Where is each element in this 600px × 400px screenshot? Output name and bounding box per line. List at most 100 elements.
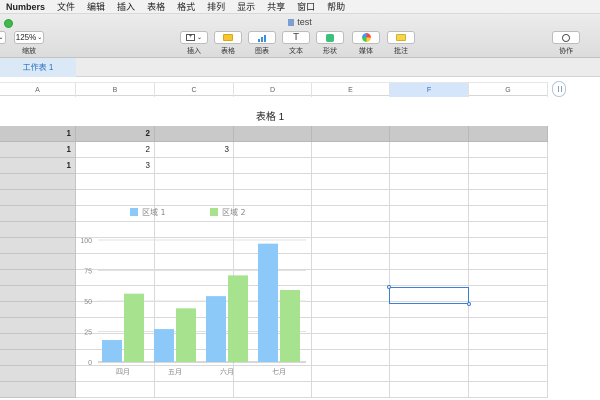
table-cell-g3[interactable]	[469, 158, 548, 174]
table-cell-g6[interactable]	[469, 206, 548, 222]
table-cell-a15[interactable]	[0, 350, 76, 366]
table-cell-g11[interactable]	[469, 286, 548, 302]
selected-cell[interactable]	[387, 285, 471, 306]
chart-button[interactable]	[248, 31, 276, 44]
table-cell-a17[interactable]	[0, 382, 76, 398]
table-cell-g5[interactable]	[469, 190, 548, 206]
selection-handle-top-left[interactable]	[387, 285, 391, 289]
table-cell-f3[interactable]	[390, 158, 469, 174]
table-cell-g7[interactable]	[469, 222, 548, 238]
table-cell-g1[interactable]	[469, 126, 548, 142]
view-button[interactable]: ⌄	[0, 31, 6, 44]
table-cell-f1[interactable]	[390, 126, 469, 142]
table-cell-e14[interactable]	[312, 334, 390, 350]
table-cell-g13[interactable]	[469, 318, 548, 334]
table-cell-f2[interactable]	[390, 142, 469, 158]
table-cell-f15[interactable]	[390, 350, 469, 366]
table-cell-a10[interactable]	[0, 270, 76, 286]
menu-arrange[interactable]: 排列	[207, 0, 225, 13]
column-header-d[interactable]: D	[234, 83, 312, 97]
menu-app-name[interactable]: Numbers	[6, 2, 45, 12]
table-cell-a1[interactable]: 1	[0, 126, 76, 142]
table-cell-a7[interactable]	[0, 222, 76, 238]
table-cell-a11[interactable]	[0, 286, 76, 302]
table-cell-g4[interactable]	[469, 174, 548, 190]
table-cell-a8[interactable]	[0, 238, 76, 254]
table-cell-f16[interactable]	[390, 366, 469, 382]
menu-insert[interactable]: 插入	[117, 0, 135, 13]
table-cell-e12[interactable]	[312, 302, 390, 318]
table-cell-d4[interactable]	[234, 174, 312, 190]
table-cell-e16[interactable]	[312, 366, 390, 382]
table-cell-d2[interactable]	[234, 142, 312, 158]
table-cell-g16[interactable]	[469, 366, 548, 382]
scroll-control[interactable]	[552, 81, 566, 97]
table-cell-e5[interactable]	[312, 190, 390, 206]
table-cell-f7[interactable]	[390, 222, 469, 238]
table-cell-b1[interactable]: 2	[76, 126, 155, 142]
media-button[interactable]	[352, 31, 380, 44]
table-cell-g9[interactable]	[469, 254, 548, 270]
table-cell-g2[interactable]	[469, 142, 548, 158]
table-cell-c2[interactable]: 3	[155, 142, 234, 158]
table-cell-f17[interactable]	[390, 382, 469, 398]
insert-button[interactable]: + ⌄	[180, 31, 208, 44]
table-button[interactable]	[214, 31, 242, 44]
table-title[interactable]: 表格 1	[230, 108, 310, 123]
column-header-a[interactable]: A	[0, 83, 76, 97]
column-header-b[interactable]: B	[76, 83, 155, 97]
table-cell-e2[interactable]	[312, 142, 390, 158]
table-cell-e10[interactable]	[312, 270, 390, 286]
menu-format[interactable]: 格式	[177, 0, 195, 13]
table-cell-e4[interactable]	[312, 174, 390, 190]
selection-handle-bottom-right[interactable]	[467, 302, 471, 306]
table-cell-e17[interactable]	[312, 382, 390, 398]
table-cell-f4[interactable]	[390, 174, 469, 190]
table-cell-d1[interactable]	[234, 126, 312, 142]
table-cell-a16[interactable]	[0, 366, 76, 382]
table-cell-c1[interactable]	[155, 126, 234, 142]
table-cell-a6[interactable]	[0, 206, 76, 222]
text-button[interactable]: T	[282, 31, 310, 44]
table-cell-a9[interactable]	[0, 254, 76, 270]
table-cell-e15[interactable]	[312, 350, 390, 366]
table-cell-f6[interactable]	[390, 206, 469, 222]
table-cell-g14[interactable]	[469, 334, 548, 350]
table-cell-d3[interactable]	[234, 158, 312, 174]
table-cell-b3[interactable]: 3	[76, 158, 155, 174]
table-cell-a5[interactable]	[0, 190, 76, 206]
menu-file[interactable]: 文件	[57, 0, 75, 13]
menu-window[interactable]: 窗口	[297, 0, 315, 13]
table-cell-f5[interactable]	[390, 190, 469, 206]
table-cell-b4[interactable]	[76, 174, 155, 190]
column-header-f[interactable]: F	[390, 83, 469, 97]
table-cell-e1[interactable]	[312, 126, 390, 142]
column-header-g[interactable]: G	[469, 83, 548, 97]
table-cell-c3[interactable]	[155, 158, 234, 174]
table-cell-f12[interactable]	[390, 302, 469, 318]
comment-button[interactable]	[387, 31, 415, 44]
table-cell-e9[interactable]	[312, 254, 390, 270]
collaborate-button[interactable]	[552, 31, 580, 44]
sheet-tab[interactable]: 工作表 1	[0, 58, 76, 77]
table-cell-e11[interactable]	[312, 286, 390, 302]
table-cell-a3[interactable]: 1	[0, 158, 76, 174]
table-cell-b2[interactable]: 2	[76, 142, 155, 158]
table-cell-e3[interactable]	[312, 158, 390, 174]
table-cell-c4[interactable]	[155, 174, 234, 190]
table-cell-f10[interactable]	[390, 270, 469, 286]
menu-view[interactable]: 显示	[237, 0, 255, 13]
table-cell-g15[interactable]	[469, 350, 548, 366]
table-cell-g17[interactable]	[469, 382, 548, 398]
table-cell-f14[interactable]	[390, 334, 469, 350]
table-cell-g12[interactable]	[469, 302, 548, 318]
menu-table[interactable]: 表格	[147, 0, 165, 13]
table-cell-e6[interactable]	[312, 206, 390, 222]
table-cell-f13[interactable]	[390, 318, 469, 334]
zoom-select[interactable]: 125% ⌄	[14, 31, 44, 44]
table-cell-g8[interactable]	[469, 238, 548, 254]
menu-help[interactable]: 帮助	[327, 0, 345, 13]
table-cell-a14[interactable]	[0, 334, 76, 350]
table-cell-a13[interactable]	[0, 318, 76, 334]
menu-edit[interactable]: 编辑	[87, 0, 105, 13]
